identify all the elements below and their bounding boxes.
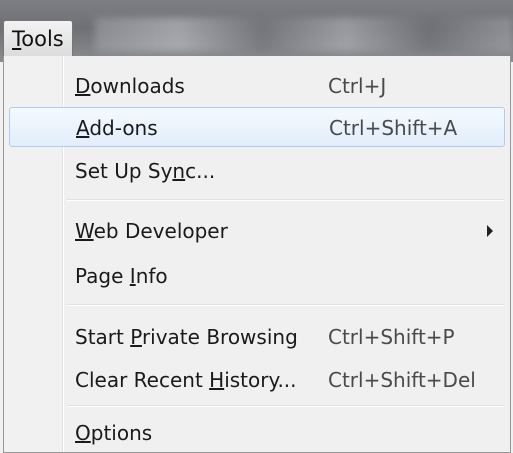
menu-bar — [0, 0, 513, 62]
tools-menu-mnemonic: T — [12, 27, 22, 51]
menu-item-set-up-sync[interactable]: Set Up Sync... — [9, 151, 505, 191]
menu-item-add-ons[interactable]: Add-ons Ctrl+Shift+A — [9, 107, 505, 147]
menu-item-web-developer[interactable]: Web Developer — [9, 211, 505, 251]
menu-item-shortcut: Ctrl+Shift+P — [328, 325, 455, 349]
menu-item-label: Set Up Sync... — [75, 159, 216, 183]
menu-item-options[interactable]: Options — [9, 413, 505, 453]
menu-item-label: Add-ons — [76, 116, 158, 140]
menu-separator — [67, 304, 504, 306]
menu-item-start-private-browsing[interactable]: Start Private Browsing Ctrl+Shift+P — [9, 317, 505, 357]
tools-dropdown-menu: Downloads Ctrl+J Add-ons Ctrl+Shift+A Se… — [3, 56, 511, 453]
blurred-toolbar-background — [95, 18, 513, 52]
menu-separator — [67, 405, 504, 407]
menu-item-clear-recent-history[interactable]: Clear Recent History... Ctrl+Shift+Del — [9, 360, 505, 400]
menu-item-downloads[interactable]: Downloads Ctrl+J — [9, 66, 505, 106]
menu-separator — [67, 199, 504, 201]
menu-item-label: Start Private Browsing — [75, 325, 298, 349]
menu-item-shortcut: Ctrl+Shift+Del — [328, 368, 476, 392]
tools-menu-label-post: ools — [21, 27, 64, 51]
tools-menu-button[interactable]: Tools — [3, 20, 73, 56]
submenu-arrow-icon — [487, 225, 493, 237]
menu-item-label: Options — [75, 421, 153, 445]
menu-item-shortcut: Ctrl+Shift+A — [329, 116, 458, 140]
menu-item-label: Page Info — [75, 264, 168, 288]
menu-item-label: Web Developer — [75, 219, 228, 243]
menu-item-label: Clear Recent History... — [75, 368, 297, 392]
screen: Tools Downloads Ctrl+J Add-ons Ctrl+Shif… — [0, 0, 513, 453]
menu-item-page-info[interactable]: Page Info — [9, 256, 505, 296]
menu-item-shortcut: Ctrl+J — [328, 74, 387, 98]
menu-item-label: Downloads — [75, 74, 185, 98]
